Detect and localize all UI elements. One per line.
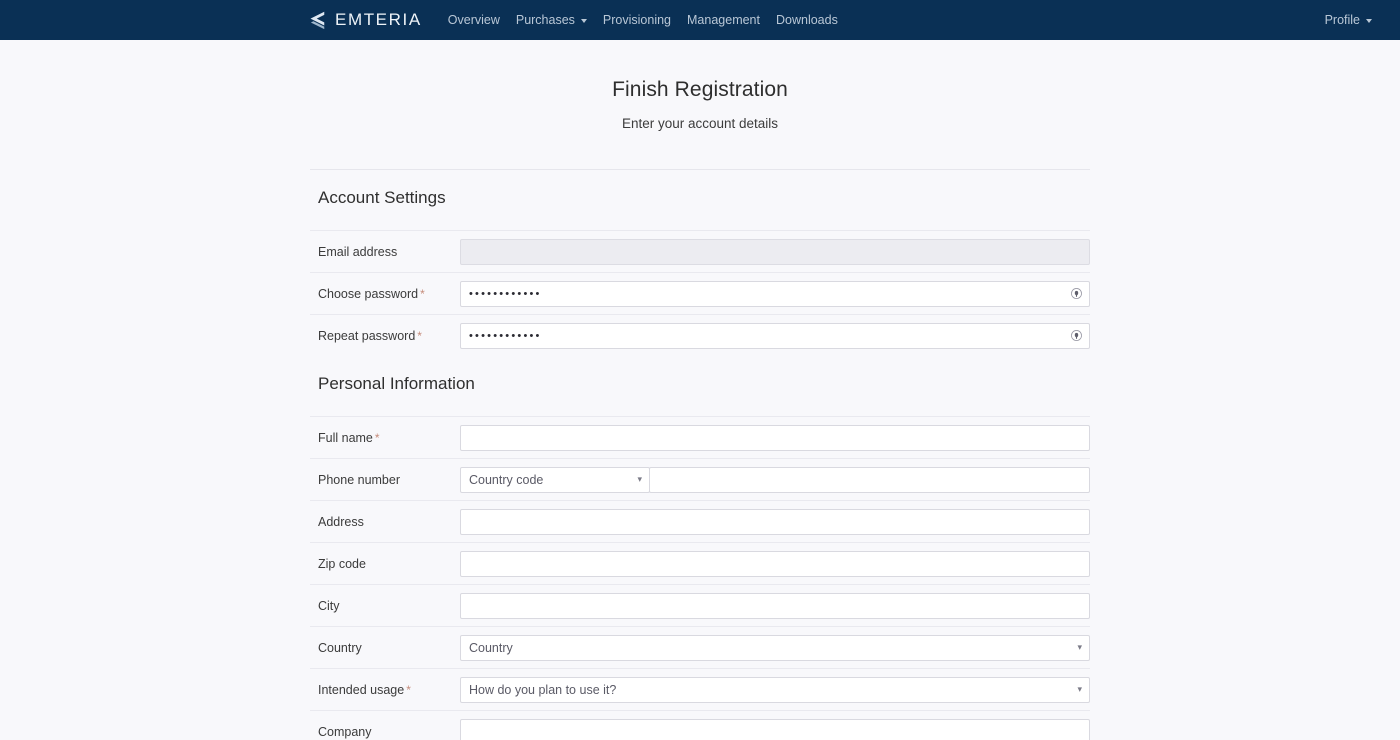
field-label-country-text: Country <box>318 640 362 655</box>
top-navbar: EMTERIA Overview Purchases Provisioning … <box>0 0 1400 40</box>
choose-password-input[interactable]: •••••••••••• <box>460 280 1090 307</box>
nav-item-provisioning-label: Provisioning <box>602 13 672 27</box>
page-header: Finish Registration Enter your account d… <box>0 40 1400 131</box>
country-code-select[interactable]: Country code <box>460 466 650 493</box>
field-label-company: Company <box>318 725 460 739</box>
nav-right-group: Profile <box>1317 0 1380 40</box>
field-label-city: City <box>318 599 460 613</box>
field-label-city-text: City <box>318 598 340 613</box>
company-input[interactable] <box>460 718 1090 740</box>
field-label-choose-password: Choose password * <box>318 287 460 301</box>
field-label-intended-usage-text: Intended usage <box>318 682 405 697</box>
section-title-personal-information: Personal Information <box>318 374 475 393</box>
page-title: Finish Registration <box>612 78 788 101</box>
page-subtitle: Enter your account details <box>621 116 779 131</box>
country-select[interactable]: Country <box>460 634 1090 661</box>
field-row-zip-code: Zip code <box>310 542 1090 584</box>
brand-logo-link[interactable]: EMTERIA <box>305 9 422 31</box>
nav-item-overview-label: Overview <box>447 13 500 27</box>
required-marker: * <box>374 430 380 445</box>
nav-item-purchases-label: Purchases <box>515 13 575 27</box>
intended-usage-select[interactable]: How do you plan to use it? <box>460 676 1090 703</box>
field-label-repeat-password-text: Repeat password <box>318 328 416 343</box>
section-title-account-settings: Account Settings <box>310 169 1090 208</box>
field-row-phone-number: Phone number Country code ▾ <box>310 458 1090 500</box>
field-label-country: Country <box>318 641 460 655</box>
brand-name: EMTERIA <box>335 10 422 29</box>
repeat-password-input[interactable]: •••••••••••• <box>460 322 1090 349</box>
chevron-down-icon <box>1366 19 1372 23</box>
required-marker: * <box>406 682 411 697</box>
nav-item-profile-label: Profile <box>1324 13 1360 27</box>
field-label-intended-usage: Intended usage * <box>318 683 460 697</box>
field-row-country: Country Country ▾ <box>310 626 1090 668</box>
nav-item-downloads[interactable]: Downloads <box>768 0 846 40</box>
field-row-city: City <box>310 584 1090 626</box>
emteria-logo-icon <box>305 9 327 31</box>
address-input[interactable] <box>460 508 1090 535</box>
field-row-choose-password: Choose password * •••••••••••• <box>310 272 1090 314</box>
eye-icon[interactable] <box>1069 329 1083 343</box>
required-marker: * <box>417 328 422 343</box>
phone-number-input[interactable] <box>649 466 1090 493</box>
field-row-intended-usage: Intended usage * How do you plan to use i… <box>310 668 1090 710</box>
registration-form: Account Settings Email address Choose pa… <box>310 169 1090 740</box>
primary-nav: Overview Purchases Provisioning Manageme… <box>440 0 846 40</box>
field-row-company: Company <box>310 710 1090 740</box>
field-label-full-name: Full name * <box>318 431 460 445</box>
city-input[interactable] <box>460 592 1090 619</box>
full-name-input[interactable] <box>460 424 1090 451</box>
field-row-full-name: Full name * <box>310 416 1090 458</box>
field-label-address: Address <box>318 515 460 529</box>
nav-item-management-label: Management <box>687 13 760 27</box>
field-label-phone-number: Phone number <box>318 473 460 487</box>
eye-icon[interactable] <box>1069 287 1083 301</box>
field-row-email: Email address <box>310 230 1090 272</box>
field-row-address: Address <box>310 500 1090 542</box>
nav-item-overview[interactable]: Overview <box>440 0 508 40</box>
zip-code-input[interactable] <box>460 550 1090 577</box>
field-label-full-name-text: Full name <box>318 430 373 445</box>
nav-item-management[interactable]: Management <box>679 0 768 40</box>
field-row-repeat-password: Repeat password * •••••••••••• <box>310 314 1090 356</box>
field-label-company-text: Company <box>318 724 372 739</box>
field-label-zip-code-text: Zip code <box>318 556 366 571</box>
required-marker: * <box>420 286 425 301</box>
nav-item-profile[interactable]: Profile <box>1317 0 1380 40</box>
email-input <box>460 238 1090 265</box>
field-label-repeat-password: Repeat password * <box>318 329 460 343</box>
chevron-down-icon <box>580 19 587 23</box>
nav-item-purchases[interactable]: Purchases <box>508 0 595 40</box>
field-label-email: Email address <box>318 245 460 259</box>
field-label-phone-number-text: Phone number <box>318 472 401 487</box>
field-label-email-text: Email address <box>318 244 398 259</box>
nav-item-provisioning[interactable]: Provisioning <box>595 0 679 40</box>
field-label-address-text: Address <box>318 514 364 529</box>
field-label-zip-code: Zip code <box>318 557 460 571</box>
field-label-choose-password-text: Choose password <box>318 286 419 301</box>
nav-item-downloads-label: Downloads <box>775 13 838 27</box>
